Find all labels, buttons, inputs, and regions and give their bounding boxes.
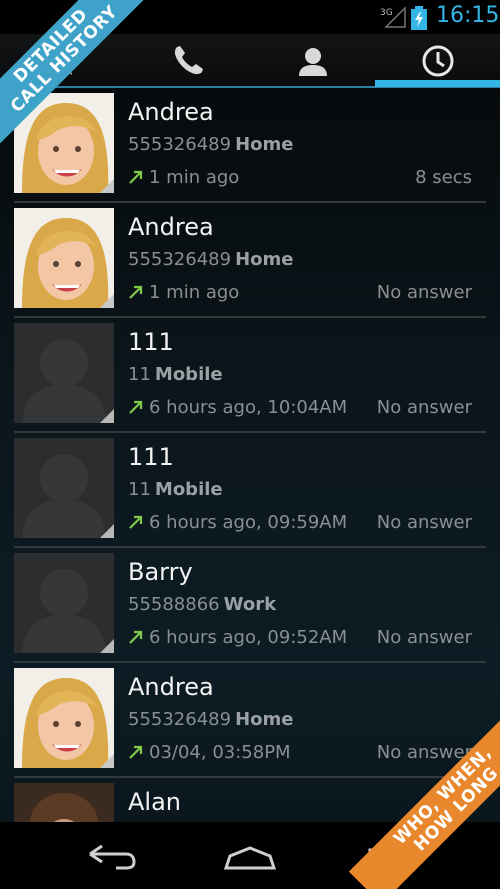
phone-number-line: 555326489 Home	[128, 709, 293, 730]
outgoing-call-icon	[129, 515, 143, 529]
phone-number-line: 11 Mobile	[128, 364, 223, 385]
call-log-row[interactable]: Andrea 555326489 Home 03/04, 03:58PM No answ…	[0, 667, 500, 782]
row-divider	[14, 201, 486, 203]
signal-icon: 3G	[380, 6, 406, 28]
phone-icon	[174, 46, 203, 75]
selected-tab-indicator	[375, 80, 500, 87]
phone-number-line: 555326489 Home	[128, 249, 293, 270]
number-type: Mobile	[154, 479, 223, 500]
number-type: Work	[223, 594, 277, 615]
phone-number: 555326489	[128, 134, 232, 155]
call-log-row[interactable]: Barry 55588866 Work 6 hours ago, 09:52AM No …	[0, 552, 500, 667]
phone-number: 555326489	[128, 249, 232, 270]
call-time: 6 hours ago, 10:04AM	[149, 397, 348, 418]
phone-screen: 3G 16:15 Andrea 555326489 Home 1 min ago…	[0, 0, 500, 889]
call-history-list: Andrea 555326489 Home 1 min ago 8 secs Andrea…	[0, 92, 500, 822]
row-divider	[14, 431, 486, 433]
contact-name: Andrea	[128, 98, 214, 126]
call-time: 1 min ago	[149, 167, 240, 188]
number-type: Home	[235, 249, 294, 270]
phone-number-line: 555326489 Home	[128, 134, 293, 155]
row-divider	[14, 661, 486, 663]
phone-number: 55588866	[128, 594, 220, 615]
call-log-row[interactable]: Andrea 555326489 Home 1 min ago 8 secs	[0, 92, 500, 207]
row-divider	[14, 546, 486, 548]
contact-photo-icon	[14, 783, 114, 822]
contact-avatar[interactable]	[14, 323, 114, 423]
contact-name: 111	[128, 328, 174, 356]
contact-name: Barry	[128, 558, 193, 586]
row-divider	[14, 776, 486, 778]
contact-name: Andrea	[128, 673, 214, 701]
row-divider	[14, 316, 486, 318]
outgoing-call-icon	[129, 285, 143, 299]
clock-icon	[422, 45, 453, 77]
contact-name: Alan	[128, 788, 182, 816]
contact-avatar[interactable]	[14, 208, 114, 308]
call-time: 1 min ago	[149, 282, 240, 303]
contact-avatar[interactable]	[14, 553, 114, 653]
call-time: 6 hours ago, 09:52AM	[149, 627, 348, 648]
clock-time: 16:15	[436, 3, 500, 28]
call-log-row[interactable]: 111 11 Mobile 6 hours ago, 09:59AM No answer	[0, 437, 500, 552]
call-duration: No answer	[376, 742, 472, 763]
phone-number-line: 55588866 Work	[128, 594, 276, 615]
phone-number: 555326489	[128, 709, 232, 730]
contact-icon	[298, 48, 327, 76]
outgoing-call-icon	[129, 745, 143, 759]
contact-name: 111	[128, 443, 174, 471]
outgoing-call-icon	[129, 170, 143, 184]
number-type: Mobile	[154, 364, 223, 385]
call-duration: 8 secs	[415, 167, 472, 188]
call-duration: No answer	[376, 627, 472, 648]
contact-avatar[interactable]	[14, 438, 114, 538]
battery-icon	[411, 6, 427, 30]
outgoing-call-icon	[129, 400, 143, 414]
contact-placeholder-icon	[14, 438, 114, 538]
contact-photo-icon	[14, 208, 114, 308]
call-log-row[interactable]: Andrea 555326489 Home 1 min ago No answer	[0, 207, 500, 322]
tab-contacts[interactable]	[250, 34, 375, 88]
number-type: Home	[235, 709, 294, 730]
home-icon[interactable]	[220, 838, 280, 874]
outgoing-call-icon	[129, 630, 143, 644]
call-time: 6 hours ago, 09:59AM	[149, 512, 348, 533]
contact-name: Andrea	[128, 213, 214, 241]
tab-phone[interactable]	[125, 34, 250, 88]
contact-photo-icon	[14, 668, 114, 768]
network-type: 3G	[380, 8, 393, 18]
contact-placeholder-icon	[14, 323, 114, 423]
phone-number: 11	[128, 479, 151, 500]
call-duration: No answer	[376, 397, 472, 418]
contact-placeholder-icon	[14, 553, 114, 653]
call-time: 03/04, 03:58PM	[149, 742, 291, 763]
call-duration: No answer	[376, 282, 472, 303]
back-icon[interactable]	[80, 838, 140, 874]
phone-number-line: 11 Mobile	[128, 479, 223, 500]
call-log-row[interactable]: 111 11 Mobile 6 hours ago, 10:04AM No answer	[0, 322, 500, 437]
call-duration: No answer	[376, 512, 472, 533]
contact-avatar[interactable]	[14, 783, 114, 822]
phone-number: 11	[128, 364, 151, 385]
contact-avatar[interactable]	[14, 668, 114, 768]
number-type: Home	[235, 134, 294, 155]
